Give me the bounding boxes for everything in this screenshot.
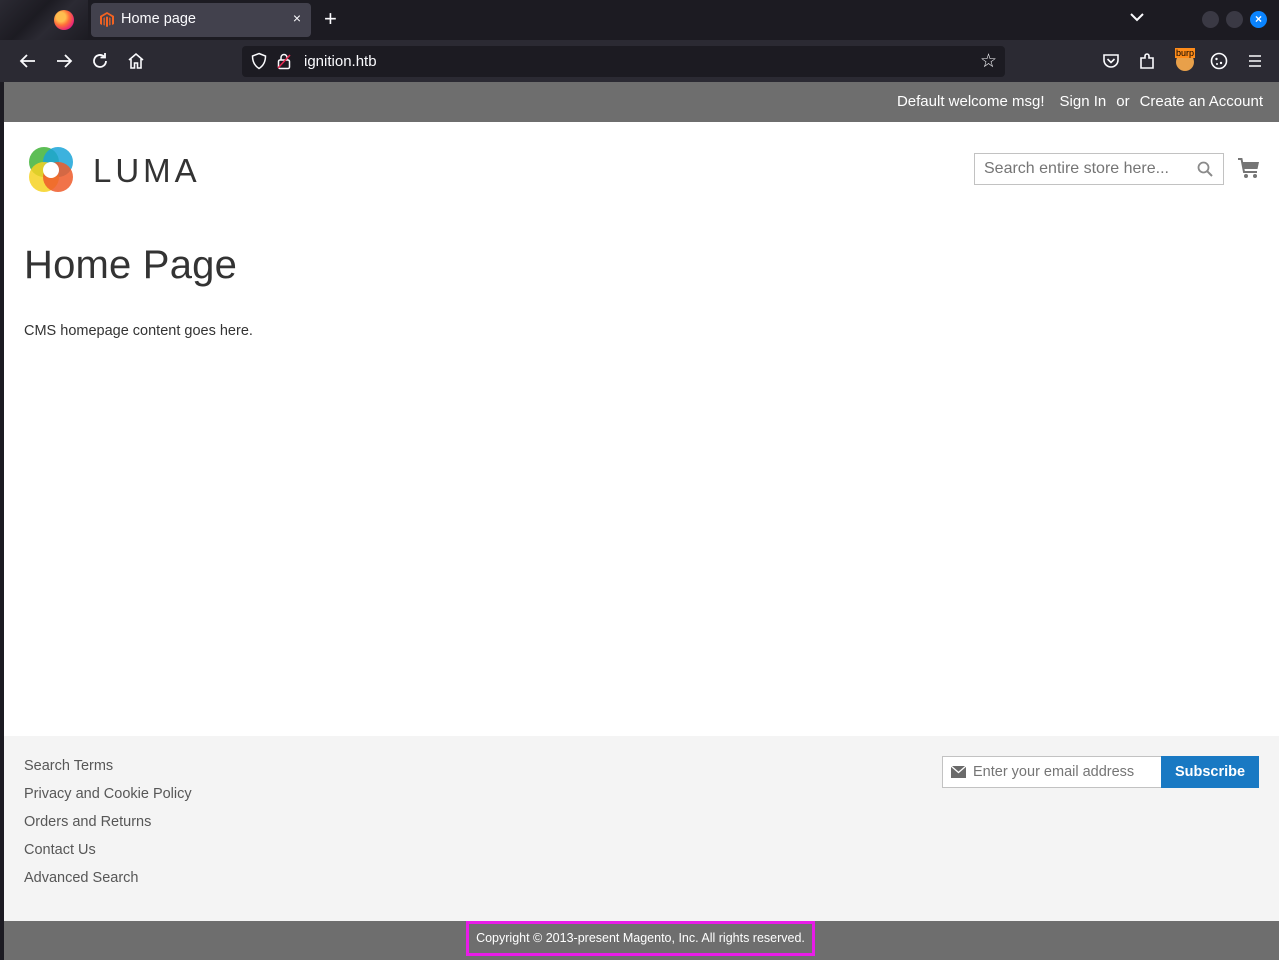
footer-links: Search Terms Privacy and Cookie Policy O…	[24, 756, 192, 896]
footer-link-search-terms[interactable]: Search Terms	[24, 756, 192, 784]
cookie-icon[interactable]	[1208, 50, 1230, 72]
store-header: LUMA	[4, 122, 1279, 222]
hamburger-menu-icon[interactable]	[1244, 50, 1266, 72]
store-footer: Search Terms Privacy and Cookie Policy O…	[4, 736, 1279, 921]
luma-logo-icon	[29, 147, 73, 192]
lock-icon[interactable]	[276, 52, 292, 70]
forward-arrow-icon[interactable]	[53, 50, 75, 72]
store-panel-header: Default welcome msg! Sign In or Create a…	[4, 82, 1279, 122]
burp-extension-icon[interactable]: burp	[1174, 48, 1196, 72]
new-tab-button[interactable]: +	[324, 6, 337, 32]
address-bar[interactable]: ignition.htb ☆	[242, 46, 1005, 77]
firefox-icon[interactable]	[54, 10, 74, 30]
extensions-puzzle-icon[interactable]	[1136, 50, 1158, 72]
footer-link-privacy-policy[interactable]: Privacy and Cookie Policy	[24, 784, 192, 812]
footer-link-orders-returns[interactable]: Orders and Returns	[24, 812, 192, 840]
back-arrow-icon[interactable]	[17, 50, 39, 72]
home-icon[interactable]	[125, 50, 147, 72]
envelope-icon	[951, 766, 966, 778]
minimize-button[interactable]	[1202, 11, 1219, 28]
reload-icon[interactable]	[89, 50, 111, 72]
page-title: Home Page	[24, 243, 238, 287]
browser-tab-bar: Home page × + ×	[0, 0, 1279, 40]
header-links: Default welcome msg! Sign In or Create a…	[897, 93, 1263, 110]
search-input[interactable]	[975, 154, 1185, 184]
chevron-down-icon[interactable]	[1128, 8, 1146, 26]
bookmark-star-icon[interactable]: ☆	[980, 50, 997, 73]
main-content: Home Page CMS homepage content goes here…	[4, 243, 1279, 339]
search-icon[interactable]	[1197, 161, 1213, 177]
tab-bar-corner	[0, 0, 88, 40]
tab-title: Home page	[121, 11, 196, 27]
url-text[interactable]: ignition.htb	[304, 53, 377, 70]
burp-label: burp	[1175, 48, 1196, 58]
copyright-bar: Copyright © 2013-present Magento, Inc. A…	[4, 921, 1279, 960]
newsletter-field	[942, 756, 1162, 788]
tab-home-page[interactable]: Home page ×	[91, 3, 311, 37]
copyright-text: Copyright © 2013-present Magento, Inc. A…	[466, 921, 815, 956]
cms-content: CMS homepage content goes here.	[24, 323, 253, 339]
sign-in-link[interactable]: Sign In	[1060, 93, 1107, 110]
tab-close-icon[interactable]: ×	[293, 10, 301, 26]
create-account-link[interactable]: Create an Account	[1140, 93, 1263, 110]
welcome-message: Default welcome msg!	[896, 93, 1045, 110]
maximize-button[interactable]	[1226, 11, 1243, 28]
luma-wordmark: LUMA	[93, 152, 201, 189]
footer-link-advanced-search[interactable]: Advanced Search	[24, 868, 192, 896]
browser-nav-bar: ignition.htb ☆ burp	[0, 40, 1279, 82]
subscribe-button[interactable]: Subscribe	[1161, 756, 1259, 788]
newsletter-form: Subscribe	[942, 756, 1259, 788]
cart-icon[interactable]	[1237, 156, 1261, 180]
newsletter-email-input[interactable]	[973, 757, 1158, 787]
luma-logo[interactable]: LUMA	[25, 144, 197, 196]
or-separator: or	[1116, 93, 1130, 110]
page-viewport: Default welcome msg! Sign In or Create a…	[4, 82, 1279, 960]
pocket-icon[interactable]	[1100, 50, 1122, 72]
window-close-button[interactable]: ×	[1250, 11, 1267, 28]
store-search	[974, 153, 1224, 185]
shield-icon[interactable]	[250, 52, 268, 70]
footer-link-contact-us[interactable]: Contact Us	[24, 840, 192, 868]
magento-icon	[100, 12, 114, 27]
